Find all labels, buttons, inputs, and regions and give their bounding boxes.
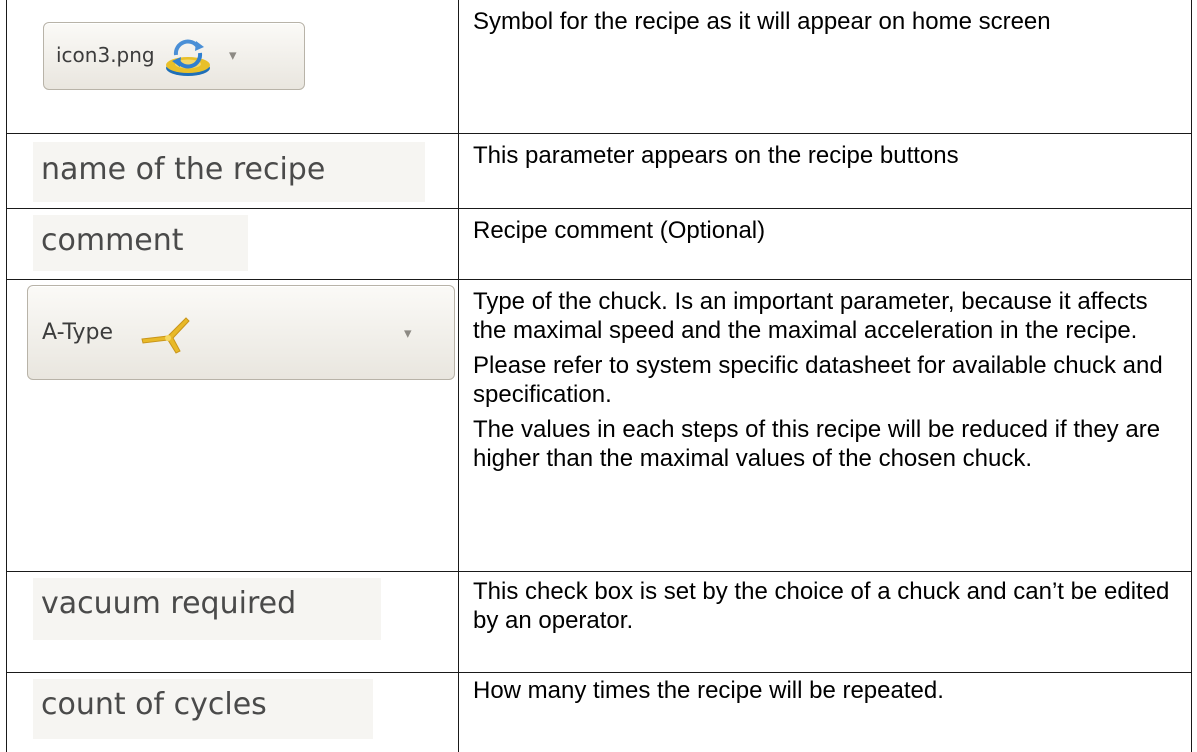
table-row: name of the recipe This parameter appear… <box>7 134 1192 209</box>
description-cell: How many times the recipe will be repeat… <box>459 673 1192 752</box>
description-text: This check box is set by the choice of a… <box>473 578 1179 635</box>
comment-field[interactable]: comment <box>33 215 248 271</box>
chuck-a-type-icon <box>140 312 192 358</box>
count-of-cycles-label: count of cycles <box>41 687 267 722</box>
table-row: icon3.png ▾ <box>7 0 1192 134</box>
recipe-name-field[interactable]: name of the recipe <box>33 142 425 202</box>
description-cell: Symbol for the recipe as it will appear … <box>459 0 1192 134</box>
description-cell: Type of the chuck. Is an important param… <box>459 280 1192 572</box>
icon-dropdown-value: icon3.png <box>56 43 155 67</box>
description-text: The values in each steps of this recipe … <box>473 416 1179 473</box>
description-text: Symbol for the recipe as it will appear … <box>473 8 1179 37</box>
description-text: Please refer to system specific datashee… <box>473 352 1179 409</box>
recipe-name-label: name of the recipe <box>41 152 325 187</box>
description-cell: This parameter appears on the recipe but… <box>459 134 1192 209</box>
description-text: This parameter appears on the recipe but… <box>473 142 1179 171</box>
description-text: Recipe comment (Optional) <box>473 217 1179 246</box>
widget-cell: comment <box>7 209 459 280</box>
parameter-table: icon3.png ▾ <box>6 0 1192 752</box>
description-text: How many times the recipe will be repeat… <box>473 677 1179 706</box>
comment-label: comment <box>41 223 184 258</box>
chuck-type-dropdown[interactable]: A-Type ▾ <box>27 285 455 380</box>
widget-cell: icon3.png ▾ <box>7 0 459 134</box>
description-cell: This check box is set by the choice of a… <box>459 572 1192 673</box>
table-row: vacuum required This check box is set by… <box>7 572 1192 673</box>
chevron-down-icon: ▾ <box>404 324 412 342</box>
chevron-down-icon: ▾ <box>229 46 237 64</box>
table-row: A-Type ▾ Type of the chuck. Is an import… <box>7 280 1192 572</box>
description-text: Type of the chuck. Is an important param… <box>473 288 1179 345</box>
vacuum-required-field[interactable]: vacuum required <box>33 578 381 640</box>
table-row: comment Recipe comment (Optional) <box>7 209 1192 280</box>
description-cell: Recipe comment (Optional) <box>459 209 1192 280</box>
count-of-cycles-field[interactable]: count of cycles <box>33 679 373 739</box>
widget-cell: name of the recipe <box>7 134 459 209</box>
widget-cell: vacuum required <box>7 572 459 673</box>
chuck-type-value: A-Type <box>42 320 113 345</box>
table-row: count of cycles How many times the recip… <box>7 673 1192 752</box>
refresh-disc-icon <box>160 35 216 83</box>
widget-cell: A-Type ▾ <box>7 280 459 572</box>
icon-dropdown[interactable]: icon3.png ▾ <box>43 22 305 90</box>
widget-cell: count of cycles <box>7 673 459 752</box>
vacuum-required-label: vacuum required <box>41 586 296 621</box>
